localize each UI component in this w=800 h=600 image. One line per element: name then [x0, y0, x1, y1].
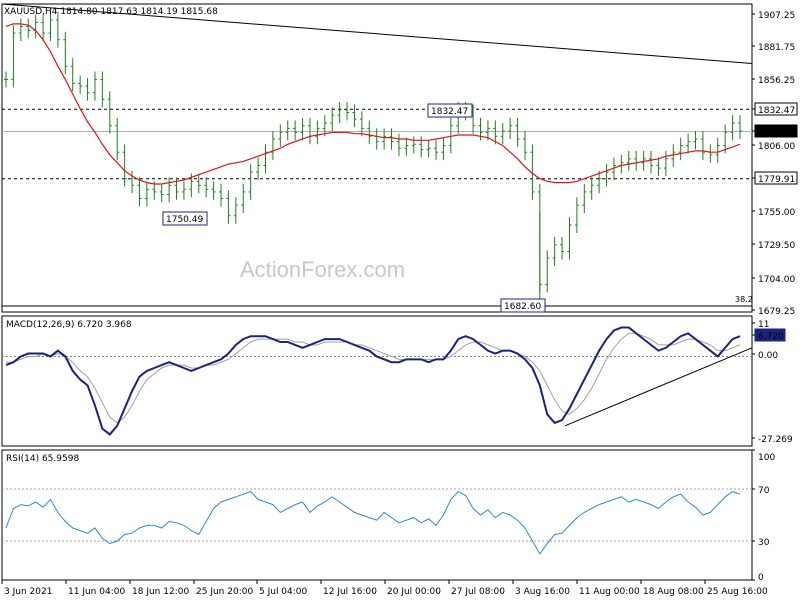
x-tick-label: 25 Jun 20:00 [196, 587, 253, 597]
price-y-tick-label: 1679.25 [758, 307, 795, 317]
rsi-label: RSI(14) 65.9598 [6, 454, 79, 464]
price-y-tick-label: 1806.00 [758, 142, 795, 152]
x-tick-label: 12 Jul 16:00 [323, 587, 377, 597]
price-y-tick-label: 1856.25 [758, 76, 795, 86]
x-tick-label: 18 Jun 12:00 [132, 587, 189, 597]
x-tick-label: 27 Jul 08:00 [451, 587, 505, 597]
x-tick-label: 11 Jun 04:00 [68, 587, 125, 597]
fib-label: 38.2 [735, 295, 753, 304]
x-tick-label: 3 Aug 16:00 [515, 587, 570, 597]
watermark: ActionForex.com [240, 257, 405, 282]
x-tick-label: 18 Aug 08:00 [643, 587, 704, 597]
chart-title: XAUUSD,H4 1814.80 1817.63 1814.19 1815.6… [4, 7, 218, 17]
macd-y-tick-label: 0.00 [758, 351, 778, 361]
rsi-y-tick-label: 100 [758, 453, 775, 463]
rsi-panel-frame [1, 449, 753, 581]
x-tick-label: 5 Jul 04:00 [259, 587, 308, 597]
x-tick-label: 25 Aug 16:00 [707, 587, 768, 597]
x-tick-label: 3 Jun 2021 [4, 587, 52, 597]
rsi-y-tick-label: 30 [758, 538, 770, 548]
macd-y-tick-label: 6.720 [758, 332, 784, 342]
macd-y-tick-label: -27.269 [758, 435, 793, 445]
rsi-y-tick-label: 0 [758, 573, 764, 583]
price-y-tick-label: 1755.00 [758, 208, 795, 218]
price-y-tick-label: 1779.91 [758, 175, 795, 185]
annotation-1750: 1750.49 [166, 215, 203, 225]
annotation-1682: 1682.60 [504, 302, 541, 312]
rsi-y-tick-label: 70 [758, 486, 770, 496]
price-y-tick-label: 1832.47 [758, 106, 795, 116]
price-y-tick-label: 1881.75 [758, 43, 795, 53]
price-y-tick-label: 1907.25 [758, 11, 795, 21]
annotation-1832: 1832.47 [431, 107, 468, 117]
price-y-tick-label: 1704.00 [758, 275, 795, 285]
price-y-tick-label: 1815.68 [758, 128, 795, 138]
chart-canvas: ActionForex.com 1832.47 1750.49 1682.60 38.… [1, 3, 798, 597]
price-y-tick-label: 1729.50 [758, 241, 795, 251]
macd-label: MACD(12,26,9) 6.720 3.968 [6, 320, 132, 330]
x-tick-label: 11 Aug 00:00 [579, 587, 640, 597]
x-tick-label: 20 Jul 00:00 [387, 587, 441, 597]
